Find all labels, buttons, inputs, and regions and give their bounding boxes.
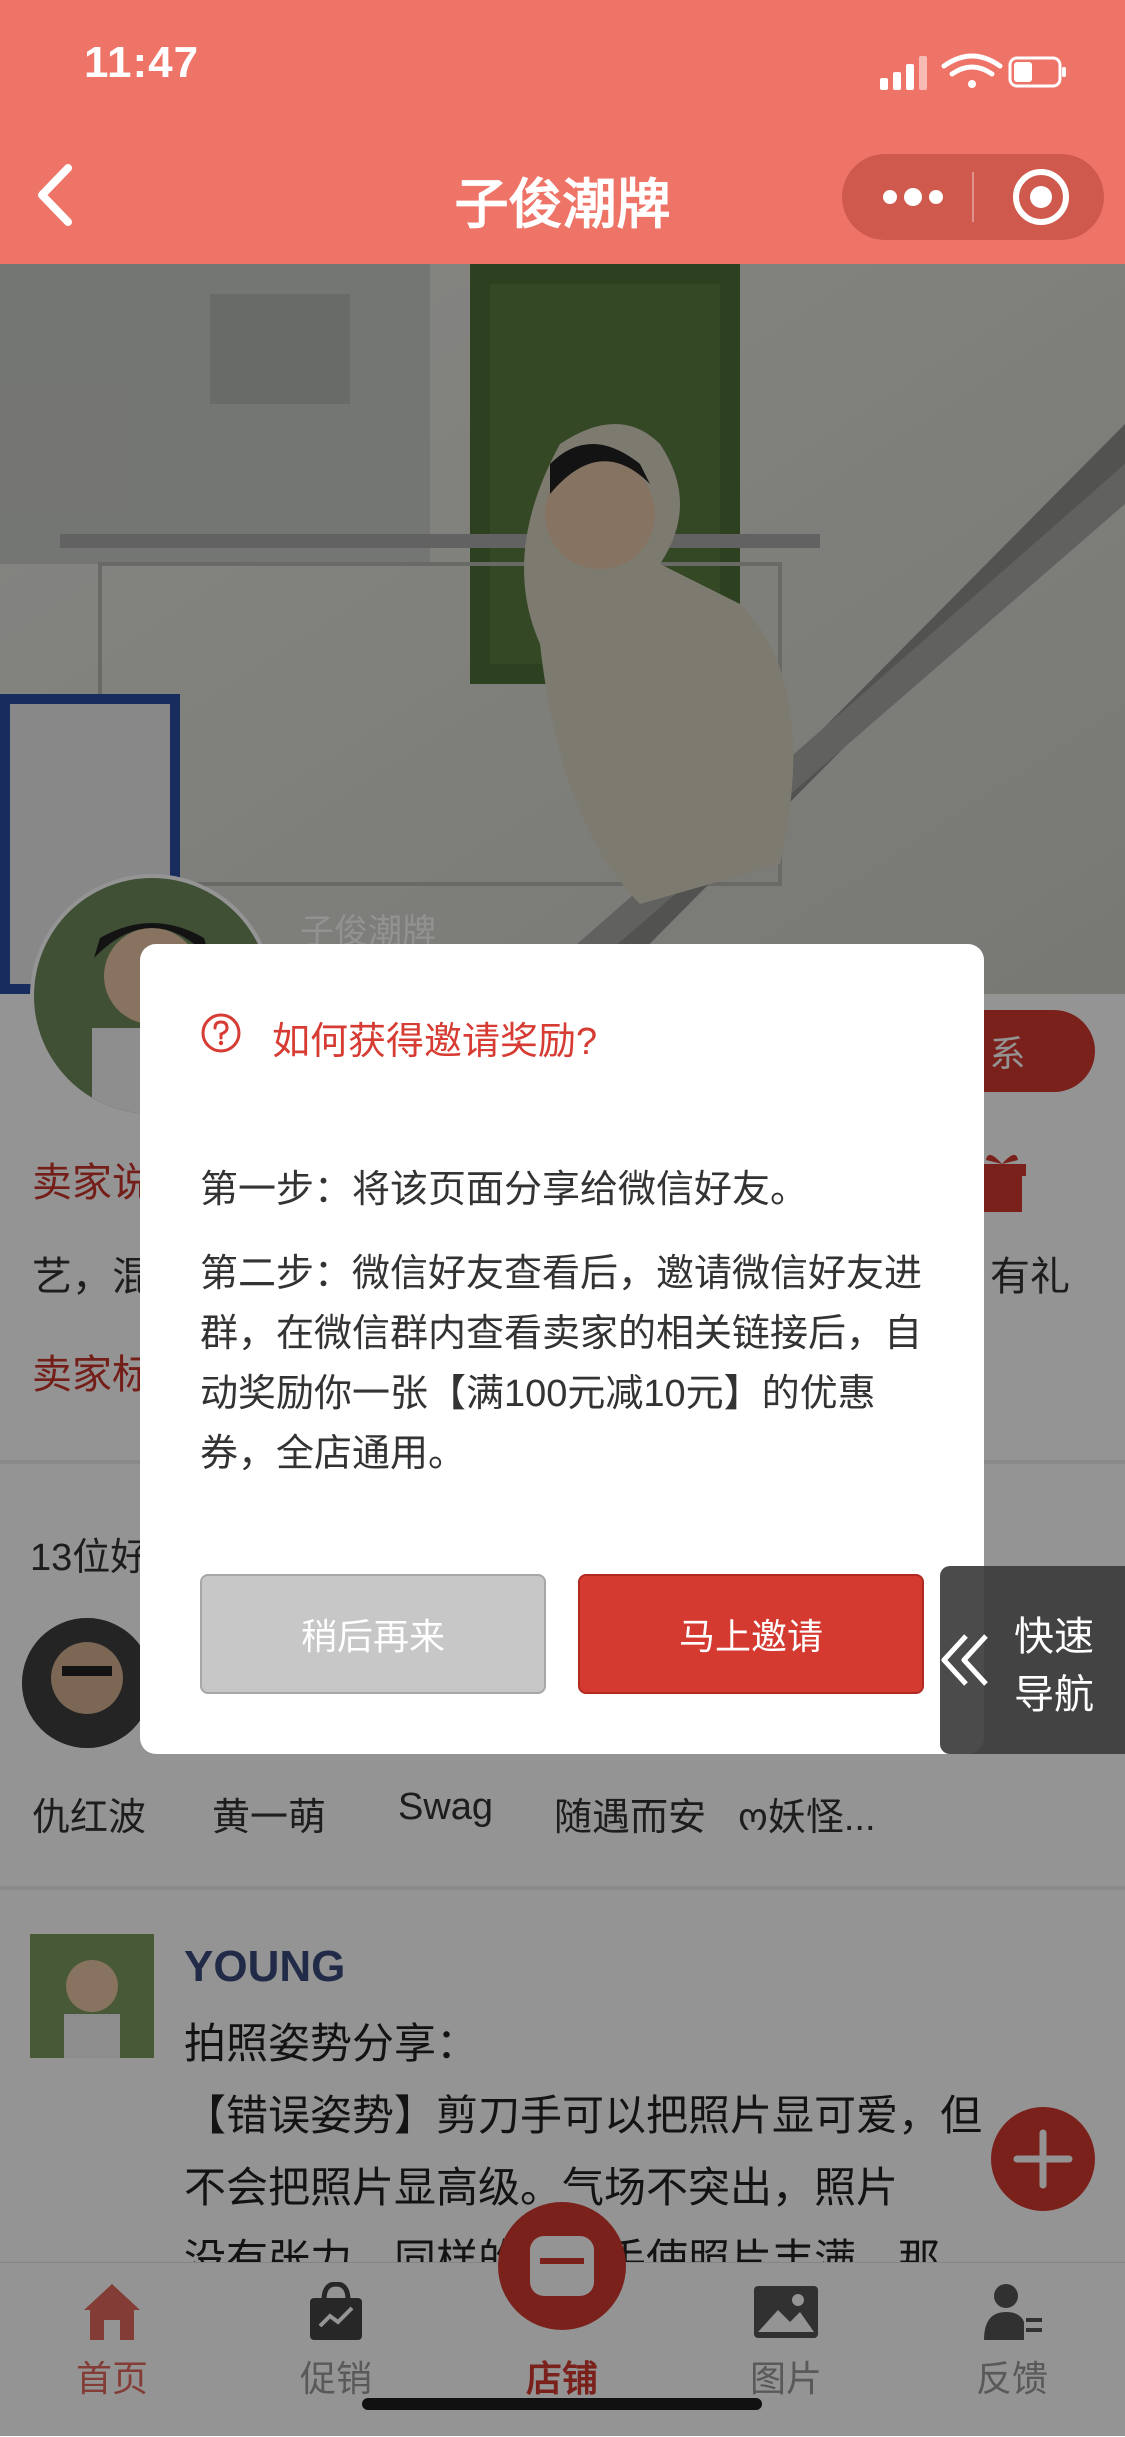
modal-step1: 第一步：将该页面分享给微信好友。 [200,1169,809,1211]
invite-now-button[interactable]: 马上邀请 [578,1574,924,1694]
question-icon [201,1013,241,1053]
signal-icon [880,56,927,90]
quick-nav-label: 导航 [1014,1673,1094,1717]
wifi-icon [941,53,1003,88]
modal-step2: 第二步：微信好友查看后，邀请微信好友进群，在微信群内查看卖家的相关链接后，自动奖… [200,1253,923,1475]
status-icons [880,53,1066,90]
close-target-icon[interactable] [1010,166,1072,228]
modal-title: 如何获得邀请奖励? [272,1021,598,1063]
quick-nav-label: 快速 [1014,1615,1094,1659]
double-chevron-left-icon[interactable] [940,1632,992,1688]
battery-icon [1008,56,1066,88]
home-indicator [362,2398,762,2410]
later-button[interactable]: 稍后再来 [200,1574,546,1694]
status-time: 11:47 [84,38,200,87]
more-icon[interactable] [880,180,946,214]
capsule-divider [972,172,974,222]
